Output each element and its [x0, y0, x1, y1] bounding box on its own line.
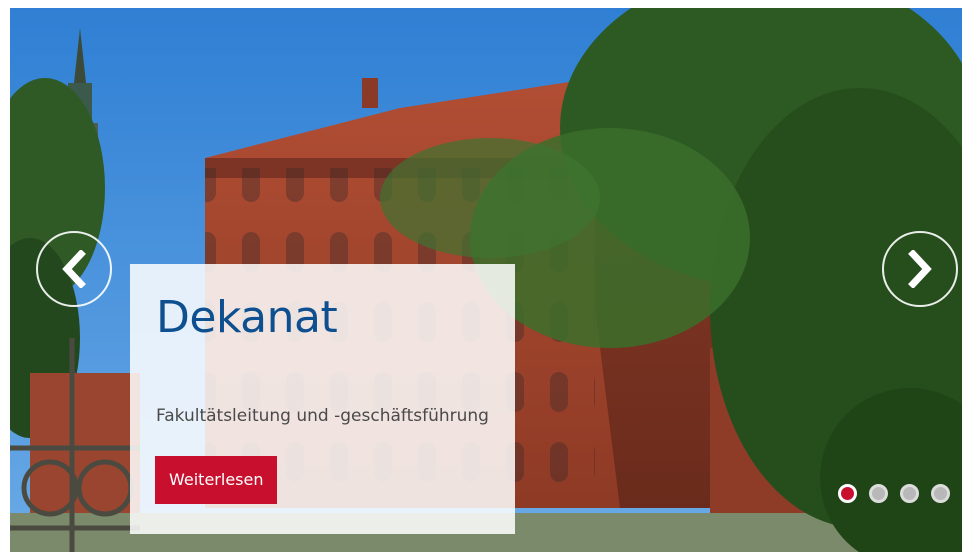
hero-slider: Dekanat Fakultätsleitung und -geschäftsf… — [10, 8, 962, 552]
chevron-right-icon — [908, 250, 932, 288]
read-more-button[interactable]: Weiterlesen — [155, 456, 278, 504]
pagination-dot-4[interactable] — [931, 484, 950, 503]
slide-caption-box: Dekanat Fakultätsleitung und -geschäftsf… — [130, 264, 515, 534]
chevron-left-icon — [62, 250, 86, 288]
pagination-dot-3[interactable] — [900, 484, 919, 503]
pagination-dot-1[interactable] — [838, 484, 857, 503]
slide-subtitle: Fakultätsleitung und -geschäftsführung — [156, 406, 489, 426]
next-slide-button[interactable] — [882, 231, 958, 307]
pagination-dot-2[interactable] — [869, 484, 888, 503]
slider-pagination — [838, 484, 950, 503]
previous-slide-button[interactable] — [36, 231, 112, 307]
slide-title: Dekanat — [156, 292, 338, 343]
